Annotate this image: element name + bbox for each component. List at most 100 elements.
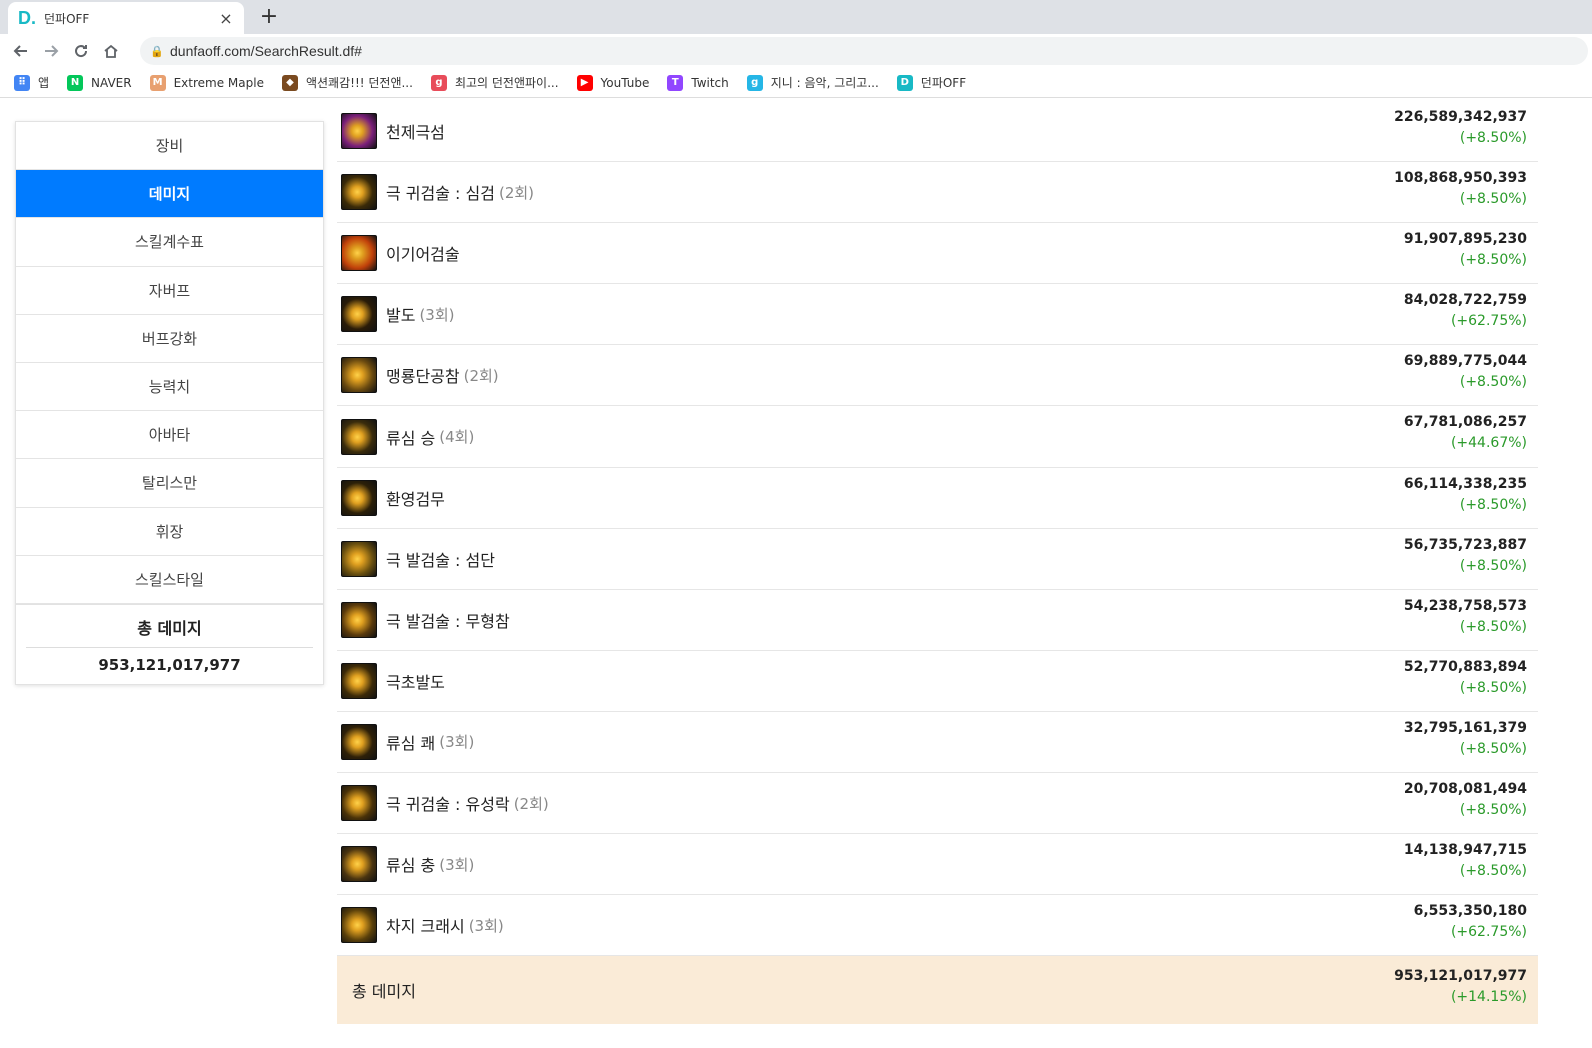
- back-button[interactable]: [6, 36, 36, 66]
- bookmark-label: 던파OFF: [920, 76, 967, 90]
- total-row-damage: 953,121,017,977: [1394, 968, 1527, 985]
- skill-icon: [341, 907, 377, 944]
- new-tab-button[interactable]: +: [256, 4, 282, 30]
- skill-icon: [341, 479, 377, 516]
- skill-damage: 14,138,947,715: [1403, 842, 1527, 859]
- sidebar-item[interactable]: 스킬계수표: [16, 218, 323, 267]
- bookmark-label: 지니 : 음악, 그리고...: [770, 76, 879, 90]
- damage-table: 천제극섬 226,589,342,937 (+8.50%) 극 귀검술 : 심검 (2회…: [337, 101, 1538, 1025]
- skill-name: 환영검무: [386, 489, 445, 509]
- sidebar-total-box: 총 데미지 953,121,017,977: [16, 603, 323, 684]
- home-icon: [104, 44, 118, 58]
- sidebar-item[interactable]: 자버프: [16, 267, 323, 315]
- skill-icon: [341, 540, 377, 577]
- bookmark-label: 앱: [38, 76, 50, 90]
- address-bar[interactable]: 🔒 dunfaoff.com/SearchResult.df#: [140, 37, 1588, 65]
- sidebar-total-value: 953,121,017,977: [98, 655, 241, 674]
- sidebar-item[interactable]: 장비: [16, 122, 323, 171]
- sidebar-item[interactable]: 아바타: [16, 411, 323, 460]
- browser-tab[interactable]: D. 던파OFF ×: [8, 2, 244, 34]
- total-damage-row: 총 데미지 953,121,017,977 (+14.15%): [337, 956, 1538, 1025]
- skill-row: 류심 승 (4회) 67,781,086,257 (+44.67%): [337, 406, 1538, 468]
- skill-damage: 91,907,895,230: [1403, 231, 1527, 248]
- skill-row: 이기어검술 91,907,895,230 (+8.50%): [337, 223, 1538, 285]
- bookmark-item[interactable]: ▶ YouTube: [576, 74, 650, 91]
- lock-icon: 🔒: [150, 44, 164, 58]
- skill-damage-pct: (+8.50%): [1459, 618, 1527, 635]
- dnf-icon: ◆: [281, 74, 298, 91]
- g-icon: g: [430, 74, 447, 91]
- close-tab-icon[interactable]: ×: [218, 9, 234, 28]
- skill-name: 이기어검술: [386, 245, 460, 265]
- skill-icon: [341, 418, 377, 455]
- skill-damage: 69,889,775,044: [1403, 353, 1527, 370]
- skill-damage-pct: (+62.75%): [1450, 924, 1527, 941]
- bookmark-label: NAVER: [91, 75, 132, 90]
- skill-row: 극 발검술 : 섬단 56,735,723,887 (+8.50%): [337, 529, 1538, 590]
- skill-name: 극 귀검술 : 심검: [386, 184, 495, 204]
- skill-name: 극 귀검술 : 유성락: [386, 795, 510, 815]
- skill-icon: [341, 785, 377, 822]
- skill-row: 류심 쾌 (3회) 32,795,161,379 (+8.50%): [337, 712, 1538, 774]
- skill-hit-count: (2회): [463, 366, 499, 385]
- sidebar-item[interactable]: 스킬스타일: [16, 556, 323, 604]
- skill-hit-count: (3회): [419, 305, 455, 324]
- skill-row: 천제극섬 226,589,342,937 (+8.50%): [337, 101, 1538, 163]
- skill-row: 극 귀검술 : 심검 (2회) 108,868,950,393 (+8.50%): [337, 162, 1538, 224]
- browser-toolbar: 🔒 dunfaoff.com/SearchResult.df#: [0, 34, 1592, 68]
- bookmark-item[interactable]: g 지니 : 음악, 그리고...: [746, 74, 879, 91]
- bookmark-item[interactable]: D 던파OFF: [896, 74, 967, 91]
- skill-name: 극 발검술 : 섬단: [386, 550, 495, 570]
- sidebar-item[interactable]: 능력치: [16, 363, 323, 412]
- skill-icon: [341, 296, 377, 333]
- reload-button[interactable]: [66, 36, 96, 66]
- forward-button[interactable]: [36, 36, 66, 66]
- bookmark-label: 최고의 던전앤파이...: [454, 76, 559, 90]
- arrow-left-icon: [13, 45, 27, 57]
- genie-icon: g: [746, 74, 763, 91]
- sidebar-menu: 장비 데미지 스킬계수표 자버프 버프강화 능력치 아바타 탈리스만 휘장 스킬스타일 총 데미지…: [15, 121, 324, 685]
- home-button[interactable]: [96, 36, 126, 66]
- sidebar-item[interactable]: 버프강화: [16, 315, 323, 363]
- bookmark-item[interactable]: ⠿ 앱: [14, 74, 49, 91]
- bookmark-label: 액션쾌감!!! 던전앤...: [305, 76, 413, 90]
- skill-damage-pct: (+44.67%): [1450, 435, 1527, 452]
- skill-damage: 67,781,086,257: [1403, 414, 1527, 431]
- page-content: 장비 데미지 스킬계수표 자버프 버프강화 능력치 아바타 탈리스만 휘장 스킬스타일 총 데미지…: [0, 101, 1592, 1048]
- skill-hit-count: (2회): [513, 794, 549, 813]
- arrow-right-icon: [45, 45, 59, 57]
- skill-icon: [341, 601, 377, 638]
- dunfaoff-icon: D: [896, 74, 913, 91]
- skill-row: 극초발도 52,770,883,894 (+8.50%): [337, 651, 1538, 712]
- sidebar-item[interactable]: 탈리스만: [16, 459, 323, 508]
- skill-icon: [341, 846, 377, 883]
- skill-damage-pct: (+8.50%): [1459, 802, 1527, 819]
- skill-damage-pct: (+8.50%): [1459, 863, 1527, 880]
- url-text: dunfaoff.com/SearchResult.df#: [170, 43, 362, 59]
- skill-row: 발도 (3회) 84,028,722,759 (+62.75%): [337, 284, 1538, 346]
- skill-icon: [341, 235, 377, 272]
- naver-icon: N: [67, 74, 84, 91]
- skill-icon: [341, 662, 377, 699]
- bookmark-item[interactable]: M Extreme Maple: [149, 74, 264, 91]
- sidebar-item[interactable]: 데미지: [16, 170, 323, 219]
- bookmark-item[interactable]: T Twitch: [667, 74, 729, 91]
- skill-name: 발도: [386, 306, 416, 326]
- apps-grid-icon: ⠿: [14, 74, 30, 91]
- skill-hit-count: (3회): [439, 855, 475, 874]
- bookmark-label: YouTube: [600, 75, 650, 90]
- youtube-icon: ▶: [576, 74, 593, 91]
- skill-damage-pct: (+8.50%): [1459, 252, 1527, 269]
- bookmark-item[interactable]: N NAVER: [67, 74, 132, 91]
- skill-icon: [341, 113, 377, 150]
- skill-damage-pct: (+8.50%): [1459, 130, 1527, 146]
- skill-row: 류심 충 (3회) 14,138,947,715 (+8.50%): [337, 834, 1538, 896]
- skill-name: 맹룡단공참: [386, 367, 460, 387]
- skill-name: 극 발검술 : 무형참: [386, 611, 510, 631]
- skill-damage: 108,868,950,393: [1394, 170, 1527, 187]
- skill-damage: 32,795,161,379: [1403, 719, 1527, 736]
- skill-damage: 52,770,883,894: [1403, 658, 1527, 675]
- bookmark-item[interactable]: g 최고의 던전앤파이...: [430, 74, 559, 91]
- sidebar-item[interactable]: 휘장: [16, 508, 323, 556]
- bookmark-item[interactable]: ◆ 액션쾌감!!! 던전앤...: [281, 74, 413, 91]
